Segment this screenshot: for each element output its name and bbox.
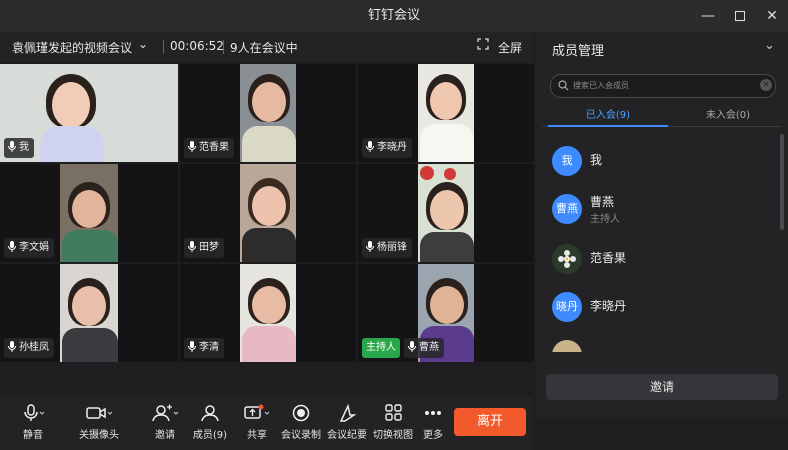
meeting-duration: 00:06:52 [170, 39, 224, 53]
active-tab-indicator [548, 125, 668, 127]
video-tile[interactable]: 杨丽锋 [358, 164, 534, 262]
tab-joined[interactable]: 已入会(9) [548, 106, 668, 121]
search-input[interactable] [573, 78, 753, 92]
microphone-icon [24, 404, 44, 421]
fullscreen-label[interactable]: 全屏 [498, 39, 522, 56]
participant-name-tag: 李文娟 [4, 238, 54, 258]
video-tile[interactable]: 田梦 [180, 164, 356, 262]
mute-button[interactable]: 静音 [8, 402, 58, 441]
maximize-icon[interactable] [730, 6, 750, 26]
member-name: 曹燕 [590, 195, 615, 209]
members-button[interactable]: 成员(9) [185, 402, 235, 441]
search-icon [558, 80, 569, 91]
avatar: 我 [552, 146, 582, 176]
switch-view-button[interactable]: 切换视图 [368, 402, 418, 441]
window-title: 钉钉会议 [367, 8, 420, 23]
video-tile[interactable]: 李晓丹 [358, 64, 534, 162]
share-screen-icon [244, 404, 270, 419]
tab-not-joined[interactable]: 未入会(0) [668, 106, 788, 121]
participant-name-tag: 李清 [184, 338, 224, 358]
participant-name-tag: 李晓丹 [362, 138, 412, 158]
member-name: 李晓丹 [590, 299, 627, 313]
participant-count: 9人在会议中 [230, 41, 298, 55]
member-name: 我 [590, 153, 603, 167]
member-item[interactable]: 曹燕 曹燕 主持人 [552, 194, 782, 228]
member-item[interactable]: 范香果 [552, 244, 782, 278]
chevron-down-icon[interactable]: ⌄ [138, 37, 148, 51]
participant-name-tag: 范香果 [184, 138, 234, 158]
member-item[interactable] [552, 340, 782, 352]
flower-avatar-icon [558, 250, 576, 268]
video-tile[interactable]: 李清 [180, 264, 356, 362]
meeting-info-bar: 袁佩瑾发起的视频会议 ⌄ 00:06:52 9人在会议中 全屏 [0, 32, 532, 62]
record-icon [292, 404, 310, 422]
grid-view-icon [385, 404, 402, 421]
clear-icon[interactable]: ✕ [760, 79, 772, 91]
avatar [552, 340, 582, 352]
minutes-button[interactable]: 会议纪要 [322, 402, 372, 441]
members-icon [201, 405, 219, 422]
meeting-name[interactable]: 袁佩瑾发起的视频会议 [12, 39, 132, 56]
avatar: 曹燕 [552, 194, 582, 224]
add-user-icon [152, 404, 179, 422]
fullscreen-icon[interactable] [477, 38, 489, 53]
participant-name-tag: 孙桂凤 [4, 338, 54, 358]
member-name: 范香果 [590, 251, 627, 265]
title-bar: 钉钉会议 — ✕ [0, 0, 788, 32]
avatar [552, 244, 582, 274]
minutes-icon [339, 404, 357, 422]
camera-icon [86, 407, 113, 419]
host-badge: 主持人 [362, 338, 400, 358]
meeting-toolbar: 静音 关摄像头 邀请 成员(9) 共享 会议录制 会议纪要 切换视图 更多 离开 [0, 396, 532, 450]
member-role: 主持人 [590, 214, 620, 225]
more-button[interactable]: 更多 [413, 402, 453, 441]
panel-title: 成员管理 [552, 44, 605, 59]
close-icon[interactable]: ✕ [762, 6, 782, 26]
participant-name-tag: 田梦 [184, 238, 224, 258]
avatar: 晓丹 [552, 292, 582, 322]
video-tile[interactable]: 范香果 [180, 64, 356, 162]
video-tile[interactable]: 主持人 曹燕 [358, 264, 534, 362]
video-grid: 我 范香果 李晓丹 李文娟 田梦 杨丽锋 孙桂凤 李清 主持人 曹燕 [0, 64, 534, 396]
chevron-down-icon[interactable]: ⌄ [764, 38, 775, 53]
invite-panel-button[interactable]: 邀请 [546, 374, 778, 400]
more-icon [425, 411, 441, 415]
video-tile[interactable]: 孙桂凤 [0, 264, 178, 362]
camera-off-button[interactable]: 关摄像头 [74, 402, 124, 441]
leave-button[interactable]: 离开 [454, 408, 526, 436]
member-panel: 成员管理 ⌄ ✕ 已入会(9) 未入会(0) 我 我 曹燕 曹燕 主持人 范香果… [536, 32, 788, 418]
video-tile[interactable]: 我 [0, 64, 178, 162]
invite-button[interactable]: 邀请 [140, 402, 190, 441]
participant-name-tag: 杨丽锋 [362, 238, 412, 258]
participant-name-tag: 曹燕 [404, 338, 444, 358]
member-item[interactable]: 我 我 [552, 146, 782, 180]
member-search[interactable]: ✕ [550, 74, 776, 98]
minimize-icon[interactable]: — [698, 6, 718, 26]
video-tile[interactable]: 李文娟 [0, 164, 178, 262]
video-area: 袁佩瑾发起的视频会议 ⌄ 00:06:52 9人在会议中 全屏 我 范香果 李晓… [0, 32, 534, 450]
member-tabs: 已入会(9) 未入会(0) [542, 102, 782, 127]
member-item[interactable]: 晓丹 李晓丹 [552, 292, 782, 326]
scrollbar[interactable] [780, 134, 784, 230]
share-button[interactable]: 共享 [232, 402, 282, 441]
record-button[interactable]: 会议录制 [276, 402, 326, 441]
participant-name-tag: 我 [4, 138, 34, 158]
